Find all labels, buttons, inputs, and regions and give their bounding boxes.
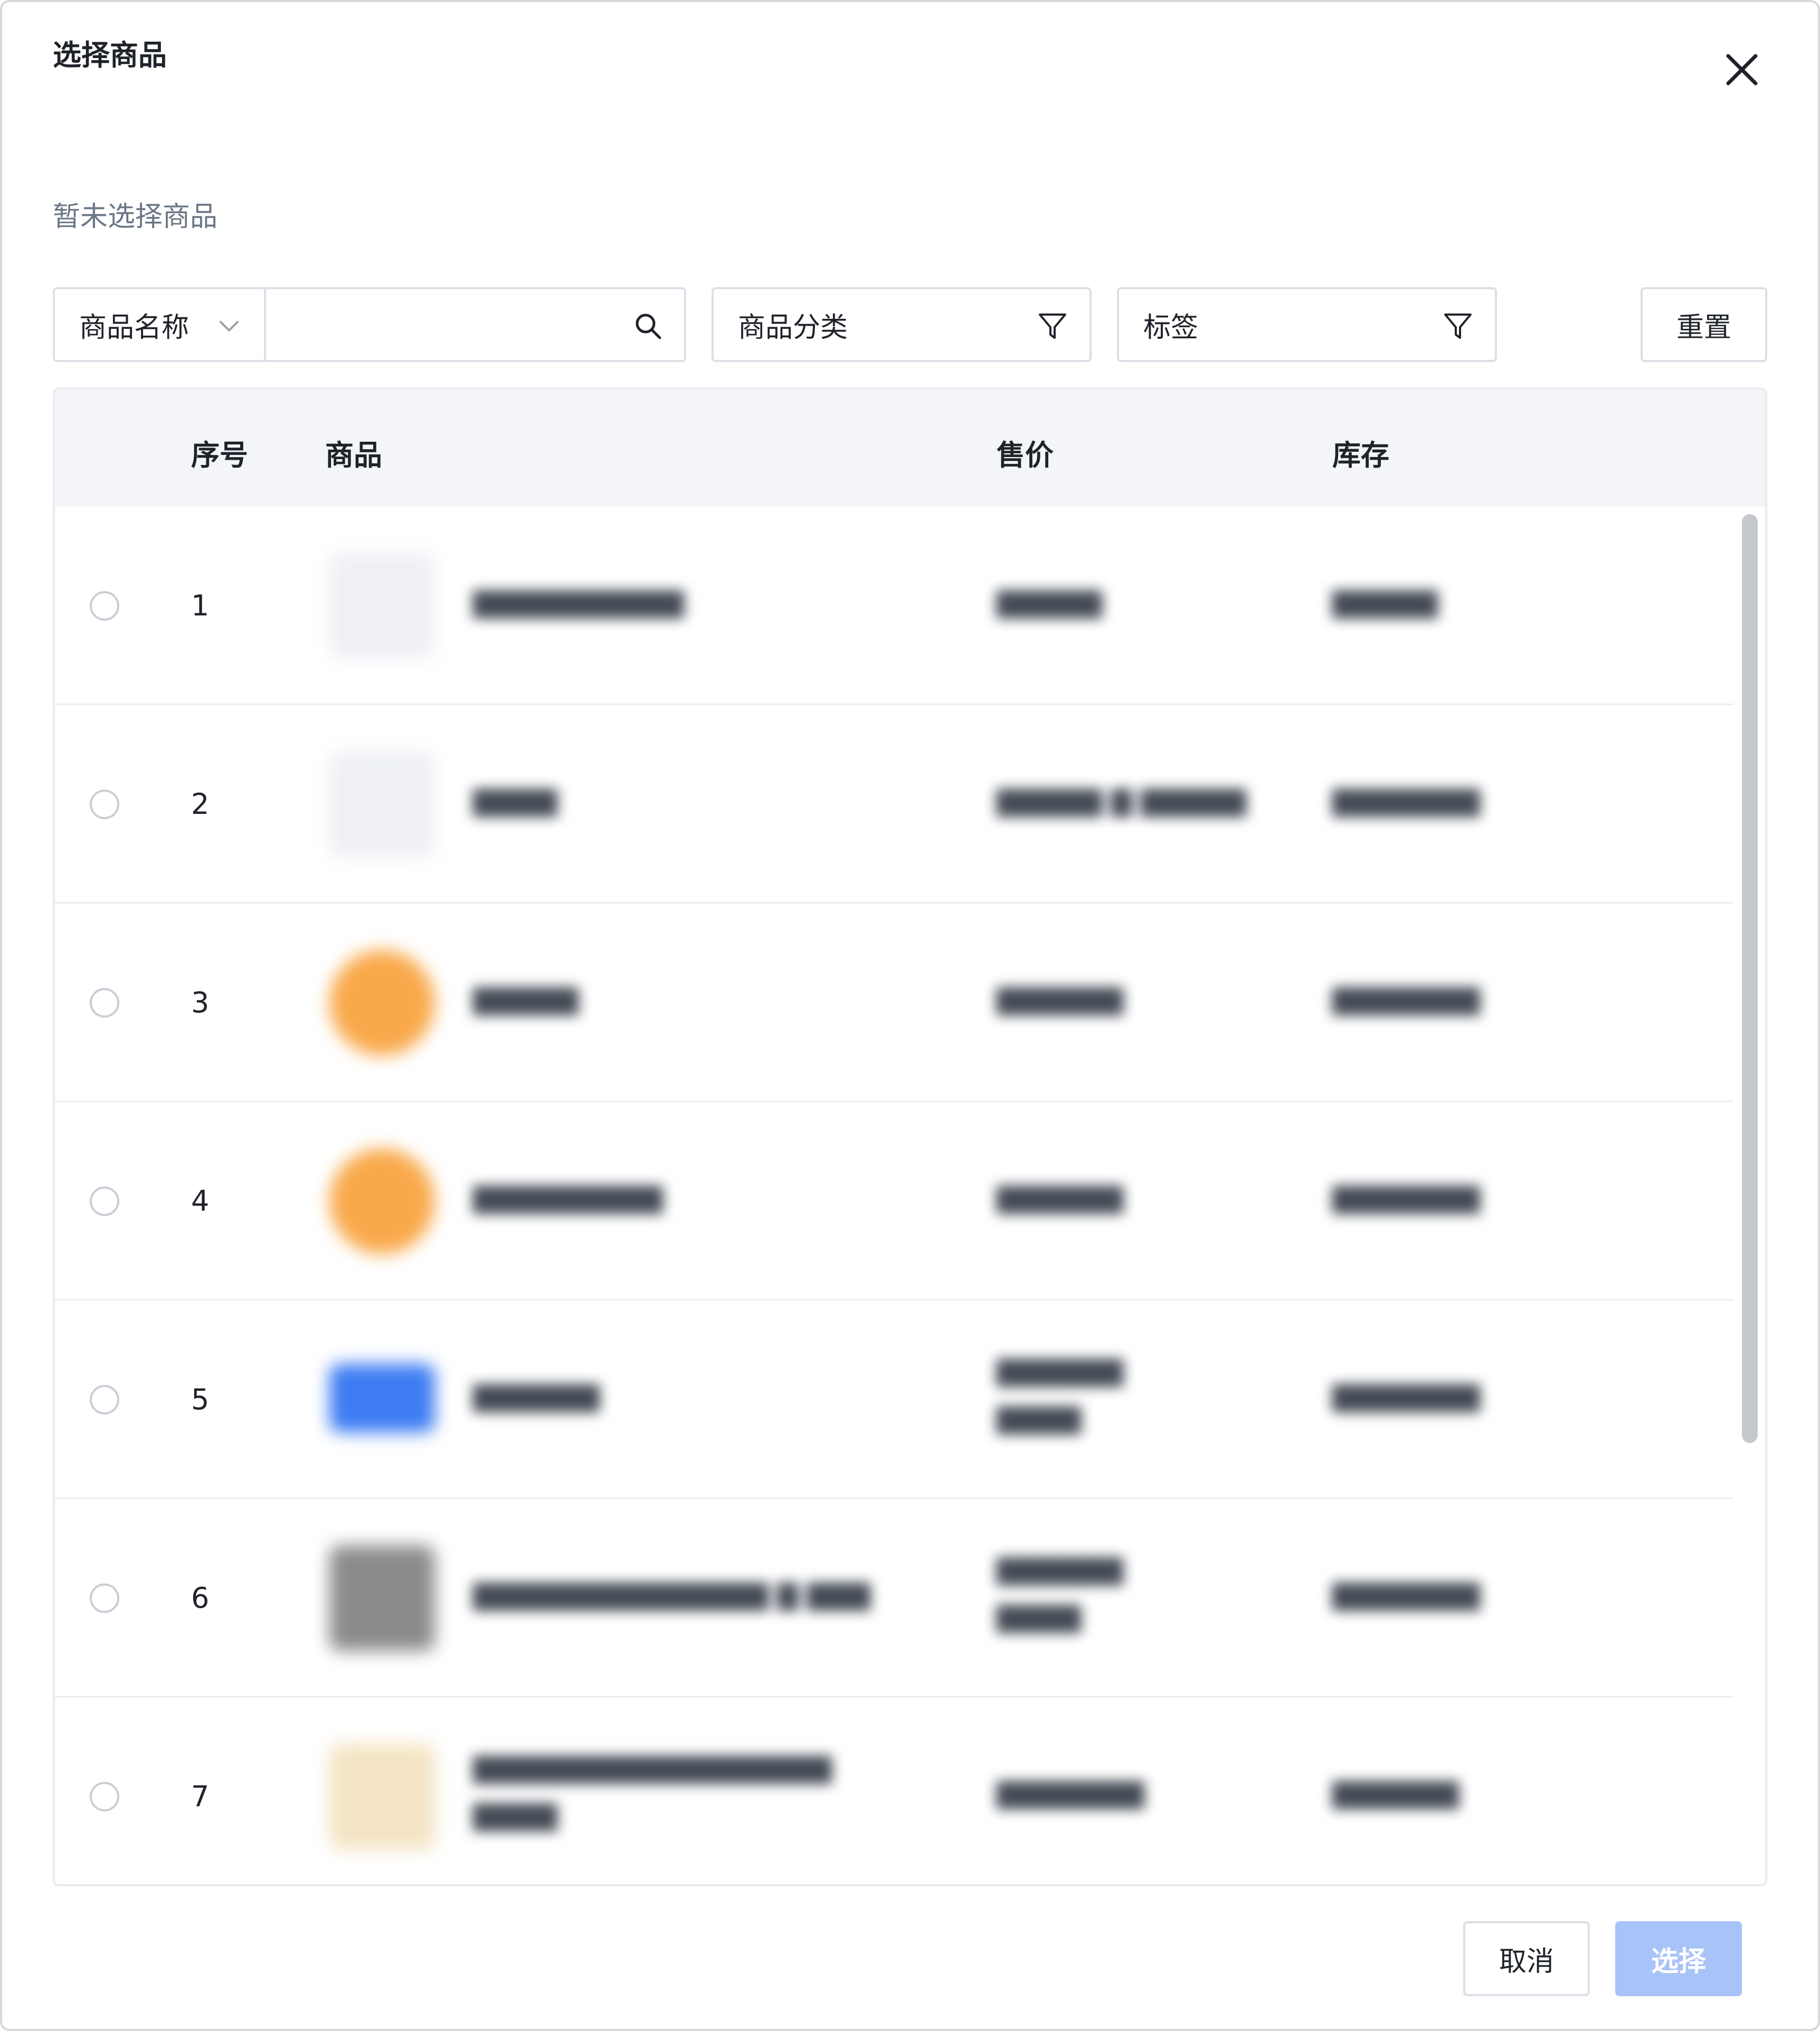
search-box [264, 287, 686, 362]
filter-icon [1039, 314, 1066, 339]
row-index: 5 [191, 1383, 210, 1416]
price-blurred: ▇▇▇▇▇▇ [997, 1182, 1123, 1214]
table-row[interactable]: 4 ▇▇▇▇▇▇▇▇▇ ▇▇▇▇▇▇ ▇▇▇▇▇▇▇ [55, 1102, 1765, 1301]
tag-filter-label: 标签 [1143, 311, 1199, 344]
product-thumbnail [329, 1364, 435, 1432]
search-icon[interactable] [633, 311, 663, 341]
cancel-button[interactable]: 取消 [1463, 1921, 1590, 1996]
tag-filter[interactable]: 标签 [1117, 287, 1497, 362]
product-thumbnail [329, 752, 435, 857]
product-thumbnail [329, 950, 435, 1056]
product-table: 序号 商品 售价 库存 1 ▇▇▇▇▇▇▇▇▇▇ ▇▇▇▇▇ ▇▇▇▇▇ 2 ▇… [53, 387, 1767, 1886]
table-header: 序号 商品 售价 库存 [55, 390, 1765, 507]
close-button[interactable] [1721, 49, 1763, 91]
search-field-select-value: 商品名称 [79, 311, 189, 344]
selection-status: 暂未选择商品 [53, 201, 218, 233]
row-radio[interactable] [90, 790, 119, 819]
stock-blurred: ▇▇▇▇▇▇▇ [1332, 984, 1480, 1016]
dialog-title: 选择商品 [53, 39, 167, 72]
row-radio[interactable] [90, 988, 119, 1018]
product-name-blurred: ▇▇▇▇ [473, 785, 557, 817]
row-index: 7 [191, 1780, 210, 1813]
row-radio[interactable] [90, 1782, 119, 1811]
table-row[interactable]: 3 ▇▇▇▇▇ ▇▇▇▇▇▇ ▇▇▇▇▇▇▇ [55, 904, 1765, 1102]
category-filter-label: 商品分类 [738, 311, 848, 344]
select-product-dialog: 选择商品 暂未选择商品 商品名称 商品分类 标签 重置 序号 商品 售价 库存 … [0, 0, 1820, 2031]
stock-blurred: ▇▇▇▇▇▇▇ [1332, 785, 1480, 817]
table-body: 1 ▇▇▇▇▇▇▇▇▇▇ ▇▇▇▇▇ ▇▇▇▇▇ 2 ▇▇▇▇ ▇▇▇▇▇ ▇ … [55, 507, 1765, 1884]
price-blurred: ▇▇▇▇ [997, 1601, 1081, 1633]
table-row[interactable]: 6 ▇▇▇▇▇▇▇▇▇▇▇▇▇▇ ▇ ▇▇▇ ▇▇▇▇▇▇ ▇▇▇▇ ▇▇▇▇▇… [55, 1499, 1765, 1697]
product-name-blurred: ▇▇▇▇▇▇ [473, 1381, 600, 1412]
product-thumbnail [329, 553, 435, 659]
search-field-select[interactable]: 商品名称 [53, 287, 264, 362]
product-name-blurred: ▇▇▇▇▇▇▇▇▇▇▇▇▇▇ ▇ ▇▇▇ [473, 1579, 870, 1611]
price-blurred: ▇▇▇▇ [997, 1403, 1081, 1435]
row-index: 4 [191, 1184, 210, 1218]
price-blurred: ▇▇▇▇▇▇ [997, 984, 1123, 1016]
close-icon [1726, 54, 1758, 86]
column-header-price: 售价 [997, 439, 1054, 472]
row-radio[interactable] [90, 591, 119, 621]
product-thumbnail [329, 1545, 435, 1651]
row-radio[interactable] [90, 1187, 119, 1216]
product-name-blurred: ▇▇▇▇ [473, 1800, 557, 1831]
row-index: 3 [191, 986, 210, 1019]
reset-button[interactable]: 重置 [1641, 287, 1767, 362]
price-blurred: ▇▇▇▇▇▇▇ [997, 1778, 1144, 1809]
column-header-stock: 库存 [1332, 439, 1389, 472]
table-row[interactable]: 5 ▇▇▇▇▇▇ ▇▇▇▇▇▇ ▇▇▇▇ ▇▇▇▇▇▇▇ [55, 1301, 1765, 1499]
row-index: 2 [191, 787, 210, 821]
row-radio[interactable] [90, 1583, 119, 1613]
stock-blurred: ▇▇▇▇▇ [1332, 587, 1438, 619]
price-blurred: ▇▇▇▇▇▇ [997, 1355, 1123, 1387]
row-index: 1 [191, 589, 210, 622]
product-name-blurred: ▇▇▇▇▇ [473, 984, 579, 1016]
stock-blurred: ▇▇▇▇▇▇▇ [1332, 1579, 1480, 1611]
stock-blurred: ▇▇▇▇▇▇▇ [1332, 1381, 1480, 1412]
price-blurred: ▇▇▇▇▇▇ [997, 1554, 1123, 1586]
product-name-blurred: ▇▇▇▇▇▇▇▇▇▇ [473, 587, 684, 619]
table-row[interactable]: 2 ▇▇▇▇ ▇▇▇▇▇ ▇ ▇▇▇▇▇ ▇▇▇▇▇▇▇ [55, 705, 1765, 904]
product-thumbnail [329, 1744, 435, 1849]
price-blurred: ▇▇▇▇▇ [997, 587, 1102, 619]
product-thumbnail [329, 1149, 435, 1254]
table-row[interactable]: 7 ▇▇▇▇▇▇▇▇▇▇▇▇▇▇▇▇▇ ▇▇▇▇ ▇▇▇▇▇▇▇ ▇▇▇▇▇▇ [55, 1697, 1765, 1884]
product-name-blurred: ▇▇▇▇▇▇▇▇▇▇▇▇▇▇▇▇▇ [473, 1752, 832, 1784]
price-blurred: ▇▇▇▇▇ ▇ ▇▇▇▇▇ [997, 785, 1246, 817]
column-header-index: 序号 [191, 439, 248, 472]
table-row[interactable]: 1 ▇▇▇▇▇▇▇▇▇▇ ▇▇▇▇▇ ▇▇▇▇▇ [55, 507, 1765, 705]
select-button[interactable]: 选择 [1615, 1921, 1742, 1996]
table-scrollbar[interactable] [1742, 514, 1758, 1443]
product-name-blurred: ▇▇▇▇▇▇▇▇▇ [473, 1182, 663, 1214]
chevron-down-icon [220, 321, 239, 331]
row-index: 6 [191, 1581, 210, 1615]
stock-blurred: ▇▇▇▇▇▇▇ [1332, 1182, 1480, 1214]
stock-blurred: ▇▇▇▇▇▇ [1332, 1778, 1459, 1809]
filter-icon [1444, 314, 1472, 339]
column-header-product: 商品 [325, 439, 382, 472]
search-input[interactable] [279, 302, 619, 348]
category-filter[interactable]: 商品分类 [712, 287, 1092, 362]
row-radio[interactable] [90, 1385, 119, 1415]
